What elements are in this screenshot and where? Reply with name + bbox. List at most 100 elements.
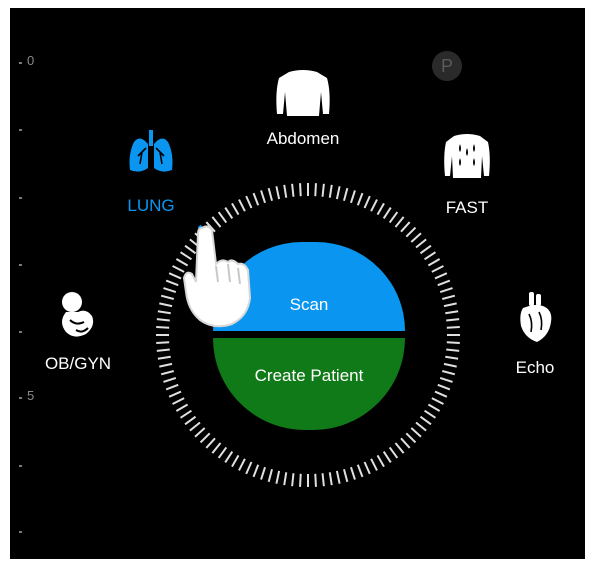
dial-tick — [283, 184, 288, 198]
dial-tick — [434, 272, 448, 280]
dial-tick — [388, 446, 399, 459]
dial-tick — [267, 187, 273, 201]
dial-tick — [211, 442, 222, 454]
dial-tick — [267, 469, 273, 483]
dial-tick — [299, 473, 302, 487]
hand-pointer-icon — [182, 225, 252, 328]
dial-tick — [415, 238, 427, 249]
dial-tick — [410, 232, 422, 243]
dial-tick — [291, 473, 295, 487]
dial-tick — [405, 432, 417, 444]
dial-tick — [224, 206, 234, 219]
mode-echo-label: Echo — [515, 358, 555, 377]
mode-echo[interactable]: Echo — [490, 292, 580, 378]
dial-tick — [165, 383, 179, 391]
dial-tick — [445, 355, 459, 360]
dial-tick — [245, 461, 253, 475]
dial-tick — [238, 199, 246, 212]
dial-tick — [427, 403, 441, 412]
dial-tick — [431, 265, 444, 273]
dial-tick — [283, 472, 288, 486]
dial-tick — [179, 409, 192, 419]
dial-tick — [446, 326, 460, 329]
dial-tick — [160, 370, 174, 376]
profile-badge[interactable]: P — [432, 51, 462, 81]
dial-tick — [156, 318, 170, 322]
mode-obgyn[interactable]: OB/GYN — [28, 290, 128, 374]
dial-tick — [189, 421, 201, 432]
dial-tick — [275, 470, 281, 484]
dial-tick — [443, 302, 457, 308]
dial-tick — [252, 464, 260, 478]
dial-tick — [400, 437, 411, 449]
dial-tick — [343, 469, 349, 483]
dial-tick — [424, 409, 437, 419]
dial-tick — [184, 415, 197, 426]
dial-tick — [321, 183, 325, 197]
dial-tick — [321, 473, 325, 487]
dial-tick — [224, 451, 234, 464]
dial-tick — [328, 184, 333, 198]
dial-tick — [405, 226, 417, 238]
dial-tick — [356, 192, 364, 206]
mode-abdomen-label: Abdomen — [266, 129, 340, 148]
dial-tick — [376, 454, 385, 468]
dial-tick — [446, 341, 460, 344]
dial-tick — [199, 432, 211, 444]
dial-tick — [172, 397, 185, 405]
dial-tick — [434, 390, 448, 398]
dial-tick — [335, 186, 341, 200]
dial-tick — [335, 470, 341, 484]
dial-tick — [410, 427, 422, 438]
dial-tick — [299, 183, 302, 197]
dial-tick — [350, 190, 356, 204]
dial-tick — [156, 348, 170, 352]
dial-tick — [159, 302, 173, 308]
dial-tick — [439, 377, 453, 383]
dial-tick — [160, 294, 174, 300]
dial-tick — [165, 279, 179, 287]
dial-tick — [291, 183, 295, 197]
dial-tick — [217, 446, 228, 459]
mode-fast[interactable]: FAST — [422, 132, 512, 218]
dial-tick — [442, 294, 456, 300]
dial-tick — [231, 202, 240, 216]
dial-tick — [363, 461, 371, 475]
dial-tick — [175, 403, 189, 412]
mode-abdomen[interactable]: Abdomen — [258, 68, 348, 149]
dial-tick — [388, 211, 399, 224]
dial-tick — [370, 199, 378, 212]
mode-lung[interactable]: LUNG — [106, 130, 196, 216]
lungs-icon — [129, 130, 173, 172]
app-screen: 0 5 P Abdomen LUNG FAST OB/GYN Echo Scan… — [10, 8, 585, 559]
dial-tick — [163, 377, 177, 383]
dial-tick — [245, 195, 253, 209]
dial-tick — [163, 287, 177, 293]
dial-tick — [314, 473, 317, 487]
dial-tick — [419, 244, 432, 255]
dial-tick — [205, 437, 216, 449]
dial-tick — [157, 355, 171, 360]
dial-tick — [275, 186, 281, 200]
dial-tick — [356, 464, 364, 478]
dial-tick — [431, 397, 444, 405]
dial-tick — [446, 318, 460, 322]
dial-tick — [437, 383, 451, 391]
dial-tick — [260, 190, 266, 204]
dial-tick — [350, 466, 356, 480]
dial-tick — [343, 187, 349, 201]
dial-tick — [252, 192, 260, 206]
create-patient-button-label: Create Patient — [254, 366, 364, 385]
dial-tick — [231, 454, 240, 468]
dial-tick — [238, 458, 246, 471]
mode-fast-label: FAST — [445, 198, 489, 217]
heart-icon — [520, 292, 552, 342]
dial-tick — [363, 195, 371, 209]
torso-icon — [276, 70, 330, 116]
torso-fluid-icon — [444, 134, 490, 178]
dial-tick — [194, 427, 206, 438]
dial-tick — [415, 421, 427, 432]
dial-tick — [400, 221, 411, 233]
mode-obgyn-label: OB/GYN — [44, 354, 112, 373]
dial-tick — [260, 466, 266, 480]
